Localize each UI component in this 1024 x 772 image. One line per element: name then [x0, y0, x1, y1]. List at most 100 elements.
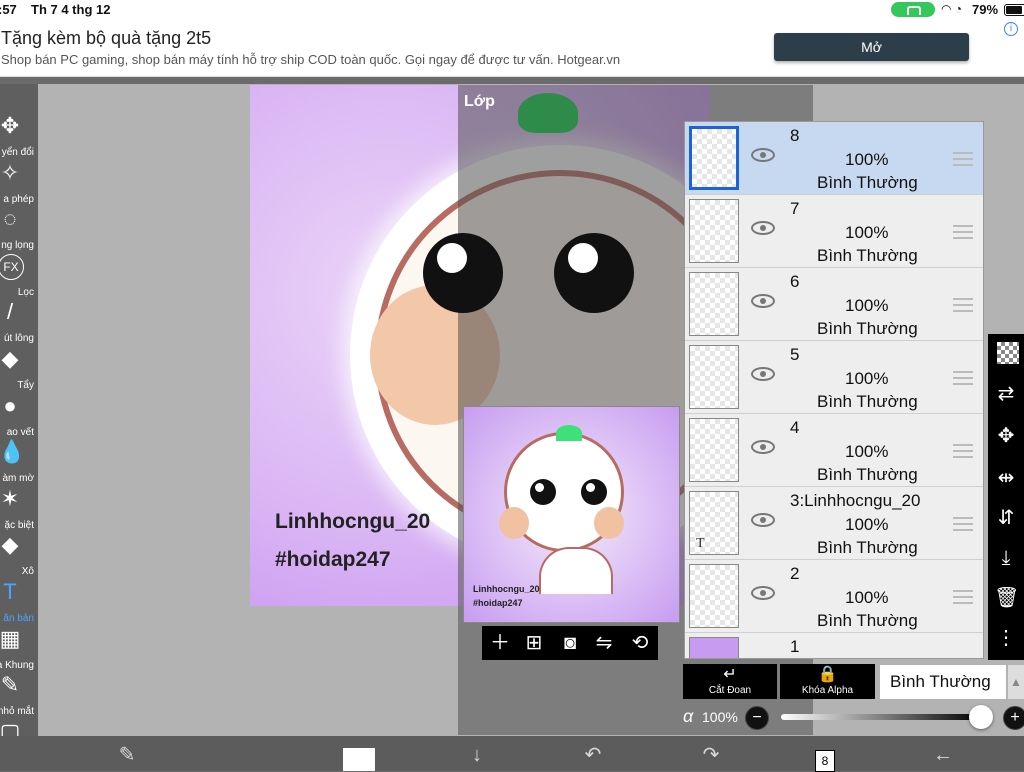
layer-thumbnail[interactable]	[689, 272, 739, 336]
tool-magic-wand[interactable]: ✧ a phép	[0, 160, 38, 207]
flip-icon[interactable]: ⇹	[994, 466, 1018, 490]
opacity-slider-handle[interactable]	[969, 705, 993, 729]
flip-vertical-icon[interactable]: ⇵	[994, 506, 1018, 530]
layer-opacity: 100%	[845, 296, 889, 315]
visibility-eye-icon[interactable]	[751, 294, 775, 308]
layer-panel-title: Lớp	[464, 93, 495, 110]
tool-label: ng lọng	[1, 240, 34, 252]
layer-opacity: 100%	[845, 515, 889, 534]
ad-title[interactable]: Tặng kèm bộ quà tặng 2t5	[1, 28, 211, 49]
more-icon[interactable]: ⋮	[994, 626, 1018, 650]
opacity-increase-button[interactable]: +	[1003, 706, 1024, 730]
layer-name: 6	[790, 272, 800, 291]
redo-icon[interactable]: ↷	[696, 742, 726, 768]
layer-blend-mode: Bình Thường	[817, 246, 918, 265]
tool-label: c nhỏ mắt	[0, 706, 34, 718]
layer-row[interactable]: 5 100% Bình Thường	[685, 341, 983, 414]
tool-filter[interactable]: FX Lọc	[0, 253, 38, 300]
drag-handle-icon[interactable]	[953, 225, 973, 239]
layer-thumbnail[interactable]	[689, 637, 739, 658]
visibility-eye-icon[interactable]	[751, 440, 775, 454]
layer-row[interactable]: 1	[685, 633, 983, 658]
tool-fill[interactable]: ◆ Xô	[0, 533, 38, 579]
visibility-eye-icon[interactable]	[751, 513, 775, 527]
tool-special[interactable]: ✶ ặc biệt	[0, 486, 38, 533]
merge-down-icon[interactable]: ⤓	[994, 546, 1018, 570]
artwork-signature: Linhhocngu_20	[275, 510, 431, 533]
brush-settings-icon[interactable]: ✎	[112, 742, 142, 768]
layer-thumbnail[interactable]	[689, 564, 739, 628]
thumb-hashtag: #hoidap247	[473, 598, 523, 608]
layer-name: 7	[790, 199, 800, 218]
blend-mode-select[interactable]: Bình Thường	[880, 665, 1006, 699]
ad-subtitle[interactable]: Shop bán PC gaming, shop bán máy tính hỗ…	[1, 52, 620, 67]
drag-handle-icon[interactable]	[953, 517, 973, 531]
color-swatch[interactable]	[343, 748, 375, 771]
visibility-eye-icon[interactable]	[751, 586, 775, 600]
layer-list[interactable]: 8 100% Bình Thường 7 100% Bình Thường 6 100% Bìn…	[684, 121, 984, 659]
opacity-slider[interactable]	[781, 714, 981, 720]
transparency-icon[interactable]	[997, 342, 1019, 364]
add-layer-box-icon[interactable]: ⊞	[522, 631, 546, 655]
drag-handle-icon[interactable]	[953, 152, 973, 166]
preview-left-eye	[423, 233, 503, 313]
visibility-eye-icon[interactable]	[751, 148, 775, 162]
tool-transform[interactable]: ✥ yển đổi	[0, 114, 38, 160]
tool-label: a phép	[3, 193, 34, 205]
layer-row[interactable]: 4 100% Bình Thường	[685, 414, 983, 487]
tool-eyedropper[interactable]: ✎ c nhỏ mắt	[0, 673, 38, 719]
rotate-icon[interactable]: ⟲	[628, 631, 652, 655]
layer-preview-thumbnail[interactable]: Linhhocngu_20 #hoidap247	[463, 406, 680, 623]
layer-name: 3:Linhhocngu_20	[790, 491, 921, 510]
tool-brush[interactable]: / út lông	[0, 300, 38, 346]
layer-name: 2	[790, 564, 800, 583]
thumb-signature: Linhhocngu_20	[473, 584, 540, 594]
layer-thumbnail[interactable]	[689, 126, 739, 190]
ad-banner[interactable]: Tặng kèm bộ quà tặng 2t5 Shop bán PC gam…	[0, 20, 1024, 77]
layer-row[interactable]: 6 100% Bình Thường	[685, 268, 983, 341]
layer-row[interactable]: T 3:Linhhocngu_20 100% Bình Thường	[685, 487, 983, 560]
layer-controls: ↵ Cắt Đoan 🔒 Khóa Alpha Bình Thường ▲	[683, 664, 1024, 700]
layer-thumbnail[interactable]	[689, 199, 739, 263]
alpha-lock-button[interactable]: 🔒 Khóa Alpha	[780, 664, 875, 699]
ad-info-icon[interactable]: i	[1004, 22, 1018, 36]
swap-layer-icon[interactable]: ⇄	[994, 382, 1018, 406]
back-arrow-icon[interactable]: ←	[928, 742, 958, 768]
tool-frame[interactable]: ▦ a Khung	[0, 626, 38, 673]
camera-icon[interactable]: ◙	[558, 631, 582, 655]
layer-thumbnail[interactable]	[689, 418, 739, 482]
arrow-down-icon[interactable]: ↓	[462, 742, 492, 768]
layer-row[interactable]: 8 100% Bình Thường	[685, 122, 983, 195]
tool-lasso[interactable]: ◌ ng lọng	[0, 207, 38, 253]
chevron-up-icon[interactable]: ▲	[1008, 665, 1024, 699]
layer-blend-mode: Bình Thường	[817, 319, 918, 338]
ad-open-button[interactable]: Mở	[774, 33, 969, 61]
visibility-eye-icon[interactable]	[751, 221, 775, 235]
drag-handle-icon[interactable]	[953, 298, 973, 312]
layer-thumbnail[interactable]: T	[689, 491, 739, 555]
flip-horizontal-icon[interactable]: ⇋	[592, 631, 616, 655]
undo-icon[interactable]: ↶	[578, 742, 608, 768]
tool-eraser[interactable]: ◆ Tẩy	[0, 347, 38, 393]
layer-thumbnail[interactable]	[689, 345, 739, 409]
drag-handle-icon[interactable]	[953, 444, 973, 458]
layer-row[interactable]: 7 100% Bình Thường	[685, 195, 983, 268]
opacity-decrease-button[interactable]: −	[745, 706, 769, 730]
tool-smudge[interactable]: ● ao vết	[0, 393, 38, 440]
layer-opacity: 100%	[845, 223, 889, 242]
move-icon[interactable]: ✥	[994, 424, 1018, 448]
drag-handle-icon[interactable]	[953, 371, 973, 385]
tool-label: a Khung	[0, 659, 34, 671]
status-date: Th 7 4 thg 12	[31, 2, 111, 17]
add-layer-icon[interactable]: ＋	[488, 631, 512, 655]
visibility-eye-icon[interactable]	[751, 367, 775, 381]
clip-button[interactable]: ↵ Cắt Đoan	[683, 664, 777, 699]
drag-handle-icon[interactable]	[953, 590, 973, 604]
alpha-lock-label: Khóa Alpha	[801, 685, 854, 696]
trash-icon[interactable]: 🗑	[994, 586, 1019, 610]
tool-blur[interactable]: 💧 àm mờ	[0, 440, 38, 486]
call-indicator-icon[interactable]	[891, 2, 935, 17]
layer-row[interactable]: 2 100% Bình Thường	[685, 560, 983, 633]
tool-text[interactable]: Tăn bản	[0, 580, 38, 626]
layers-count-icon[interactable]: 8	[815, 750, 835, 772]
